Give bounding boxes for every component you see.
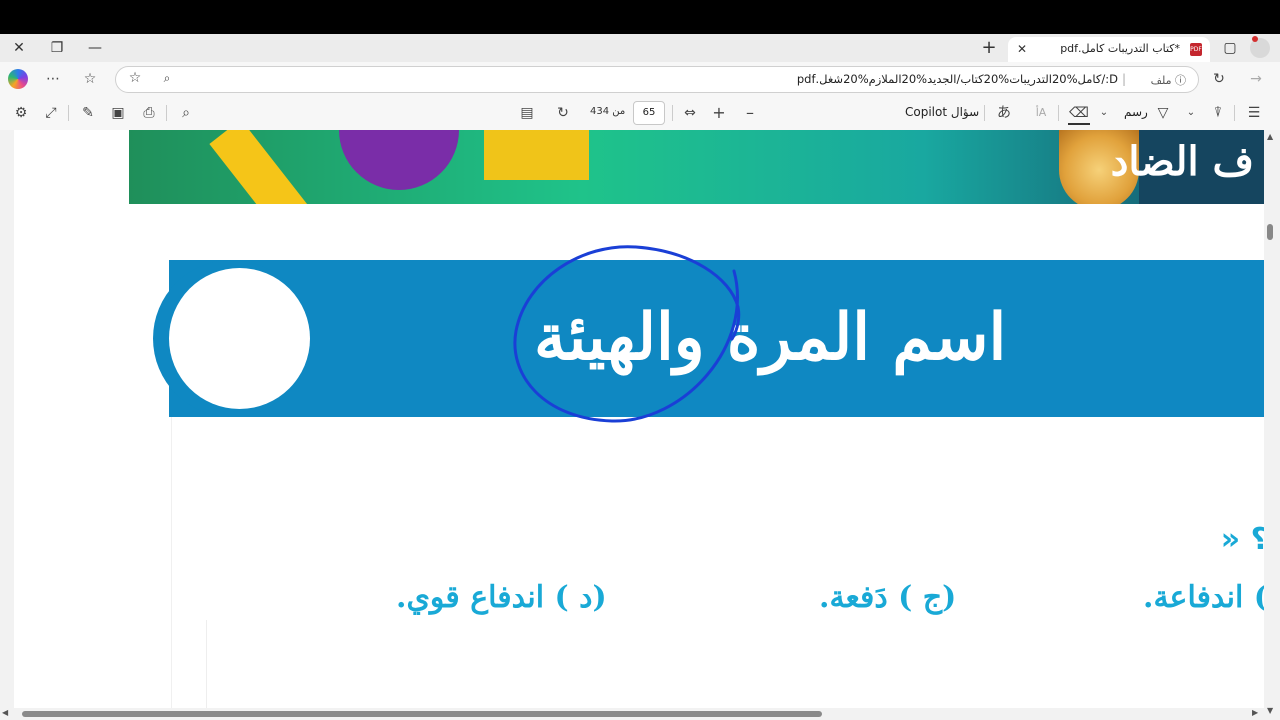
ink-stroke: [513, 245, 741, 423]
print-icon[interactable]: ⎙: [138, 103, 160, 123]
page-number-input[interactable]: 65: [633, 101, 665, 125]
question-marker: ؟ «: [1220, 522, 1264, 557]
close-tab-icon[interactable]: ✕: [1014, 41, 1030, 57]
scroll-down-icon[interactable]: ▼: [1267, 706, 1273, 715]
banner-decoration: [209, 130, 309, 204]
scroll-right-icon[interactable]: ▶: [1252, 708, 1258, 717]
divider: [166, 105, 167, 121]
divider: [68, 105, 69, 121]
profile-avatar-icon[interactable]: [1250, 36, 1270, 58]
tab-title: *كتاب التدريبات كامل.pdf: [1060, 42, 1180, 55]
browser-window: ✕ ❐ — + PDF *كتاب التدريبات كامل.pdf ✕ ▢…: [0, 34, 1280, 720]
page-guide-line: [206, 620, 207, 720]
pdf-page: ف الضاد اسم المرة والهيئة ؟ « ) اندفاعة.…: [14, 130, 1264, 720]
zoom-out-icon[interactable]: –: [739, 103, 761, 123]
add-favorite-icon[interactable]: ☆: [124, 68, 146, 88]
divider: [1234, 105, 1235, 121]
read-aloud-icon: أA: [1035, 106, 1047, 119]
page-guide-line: [171, 417, 172, 717]
url-separator: |: [1121, 72, 1126, 86]
horizontal-scroll-thumb[interactable]: [22, 711, 822, 717]
site-info[interactable]: ⓘ ملف: [1151, 72, 1186, 88]
pdf-viewport[interactable]: ف الضاد اسم المرة والهيئة ؟ « ) اندفاعة.…: [0, 130, 1280, 720]
navigation-bar: ⋯ ☆ ☆ ⌕ D:/كامل%20التدريبات%20كتاب/الجدي…: [0, 62, 1280, 96]
title-circle: [169, 268, 310, 409]
option-b: ) اندفاعة.: [1143, 580, 1264, 615]
divider: [984, 105, 985, 121]
security-label: ملف: [1150, 74, 1172, 87]
banner-right-text: ف الضاد: [1110, 138, 1254, 185]
draw-button[interactable]: رسم: [1124, 105, 1148, 119]
ask-copilot-button[interactable]: سؤال Copilot: [905, 105, 979, 119]
more-options-icon[interactable]: ⋯: [42, 69, 64, 89]
forward-icon: →: [1250, 71, 1262, 87]
chevron-down-icon[interactable]: ⌄: [1180, 103, 1202, 123]
tab-actions-icon[interactable]: ▢: [1219, 38, 1241, 58]
close-window-icon[interactable]: ✕: [8, 38, 30, 58]
new-tab-icon[interactable]: +: [978, 38, 1000, 58]
zoom-icon[interactable]: ⌕: [156, 68, 178, 88]
favorites-icon[interactable]: ☆: [79, 69, 101, 89]
pdf-file-icon: PDF: [1190, 43, 1202, 56]
divider: [1058, 105, 1059, 121]
save-icon[interactable]: ▣: [107, 103, 129, 123]
vertical-scrollbar[interactable]: ▲ ▼: [1264, 130, 1280, 720]
info-icon: ⓘ: [1175, 74, 1186, 87]
search-icon[interactable]: ⌕: [175, 103, 197, 123]
title-bar: ✕ ❐ — + PDF *كتاب التدريبات كامل.pdf ✕ ▢: [0, 34, 1280, 62]
page-view-icon[interactable]: ▤: [516, 103, 538, 123]
table-of-contents-icon[interactable]: ☰: [1243, 103, 1265, 123]
fit-page-icon[interactable]: ⇔: [679, 103, 701, 123]
tab-pdf-document[interactable]: PDF *كتاب التدريبات كامل.pdf ✕: [1008, 37, 1210, 62]
rotate-icon[interactable]: ↻: [552, 103, 574, 123]
translate-icon[interactable]: あ: [993, 103, 1015, 123]
page-header-banner: ف الضاد: [129, 130, 1264, 204]
minimize-window-icon[interactable]: —: [84, 38, 106, 58]
ink-annotation[interactable]: [494, 235, 774, 440]
option-d: (د ) اندفاع قوي.: [396, 580, 607, 615]
viewport-margin: [0, 130, 14, 720]
fullscreen-icon[interactable]: ⤢: [40, 103, 62, 123]
url-text[interactable]: D:/كامل%20التدريبات%20كتاب/الجديد%20المل…: [797, 72, 1118, 86]
banner-logo: [484, 130, 589, 180]
refresh-icon[interactable]: ↻: [1208, 69, 1230, 89]
divider: [672, 105, 673, 121]
scroll-up-icon[interactable]: ▲: [1267, 132, 1273, 141]
zoom-in-icon[interactable]: +: [708, 103, 730, 123]
draw-pen-icon[interactable]: ▽: [1152, 103, 1174, 123]
restore-window-icon[interactable]: ❐: [46, 38, 68, 58]
banner-decoration: [339, 130, 459, 190]
settings-icon[interactable]: ⚙: [10, 103, 32, 123]
option-c: (ج ) دَفعة.: [819, 580, 957, 615]
copilot-icon[interactable]: [8, 69, 28, 89]
page-total: من 434: [590, 106, 626, 117]
address-bar[interactable]: ☆ ⌕ D:/كامل%20التدريبات%20كتاب/الجديد%20…: [115, 66, 1199, 93]
eraser-icon[interactable]: ⌫: [1068, 103, 1090, 125]
pdf-toolbar: ⚙ ⤢ ✎ ▣ ⎙ ⌕ ▤ ↻ من 434 65 ⇔ + – سؤال Cop…: [0, 96, 1280, 131]
highlight-icon[interactable]: ⍒: [1207, 103, 1229, 123]
vertical-scroll-thumb[interactable]: [1267, 224, 1273, 240]
save-as-icon[interactable]: ✎: [77, 103, 99, 123]
notification-dot-icon: [1252, 36, 1258, 42]
scroll-left-icon[interactable]: ◀: [2, 708, 8, 717]
chevron-down-icon[interactable]: ⌄: [1093, 103, 1115, 123]
